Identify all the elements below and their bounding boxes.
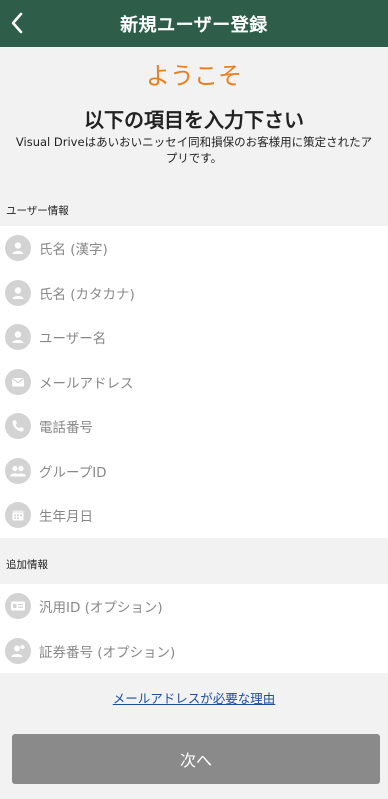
intro-text: Visual Driveはあいおいニッセイ同和損保のお客様用に策定されたアプリで… — [15, 135, 373, 165]
general-id-field[interactable]: 汎用ID (オプション) — [0, 584, 388, 629]
welcome-text: ようこそ — [146, 62, 242, 90]
birthdate-field[interactable]: 生年月日 — [0, 493, 388, 538]
person-icon — [5, 279, 31, 306]
birthdate-placeholder: 生年月日 — [39, 509, 93, 526]
username-placeholder: ユーザー名 — [39, 331, 107, 348]
group-id-placeholder: グループID — [39, 464, 107, 481]
person-icon — [5, 235, 31, 262]
id-card-icon — [5, 593, 31, 620]
group-icon — [5, 457, 31, 484]
policy-number-field[interactable]: 証券番号 (オプション) — [0, 629, 388, 674]
envelope-icon — [5, 368, 31, 395]
phone-icon — [5, 413, 31, 440]
instruction-heading: 以下の項目を入力下さい — [84, 108, 304, 132]
policy-number-placeholder: 証券番号 (オプション) — [39, 644, 176, 661]
phone-placeholder: 電話番号 — [39, 420, 93, 437]
name-kanji-placeholder: 氏名 (漢字) — [39, 242, 108, 259]
phone-field[interactable]: 電話番号 — [0, 404, 388, 449]
calendar-icon — [5, 502, 31, 529]
person-icon — [5, 324, 31, 351]
group-id-field[interactable]: グループID — [0, 449, 388, 494]
section-label-additional-info: 追加情報 — [6, 559, 48, 571]
additional-info-list: 汎用ID (オプション) 証券番号 (オプション) — [0, 584, 388, 673]
username-field[interactable]: ユーザー名 — [0, 315, 388, 360]
email-reason-link[interactable]: メールアドレスが必要な理由 — [0, 688, 388, 707]
section-label-user-info: ユーザー情報 — [6, 205, 69, 217]
user-info-list: 氏名 (漢字) 氏名 (カタカナ) ユーザー名 メールアドレス 電話番号 グルー… — [0, 226, 388, 538]
app-header: 新規ユーザー登録 — [0, 0, 388, 47]
general-id-placeholder: 汎用ID (オプション) — [39, 600, 163, 617]
name-katakana-placeholder: 氏名 (カタカナ) — [39, 286, 135, 303]
name-kanji-field[interactable]: 氏名 (漢字) — [0, 226, 388, 271]
next-button[interactable]: 次へ — [12, 734, 380, 784]
name-katakana-field[interactable]: 氏名 (カタカナ) — [0, 271, 388, 316]
email-field[interactable]: メールアドレス — [0, 360, 388, 405]
person-badge-icon — [5, 637, 31, 664]
email-placeholder: メールアドレス — [39, 375, 134, 392]
page-title: 新規ユーザー登録 — [120, 14, 268, 36]
